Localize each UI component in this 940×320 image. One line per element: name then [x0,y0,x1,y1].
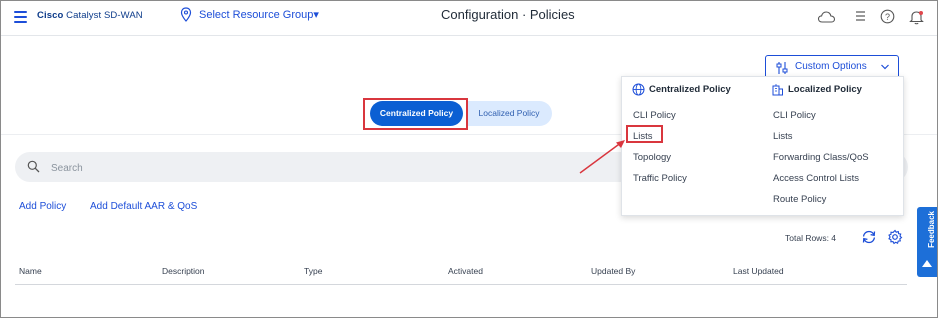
total-rows-count: Total Rows: 4 [785,233,837,243]
column-header-description[interactable]: Description [162,266,205,276]
centralized-heading-label: Centralized Policy [649,84,731,95]
search-icon [27,160,40,173]
menu-item-localized-route-policy[interactable]: Route Policy [773,194,826,205]
custom-options-dropdown: Centralized Policy Localized Policy CLI … [621,76,904,216]
feedback-arrow-icon [922,260,932,267]
annotation-arrow-icon [579,140,625,174]
resource-group-dropdown[interactable]: Select Resource Group▾ [199,8,319,21]
menu-item-localized-forwarding-class-qos[interactable]: Forwarding Class/QoS [773,152,869,163]
globe-icon [632,83,645,96]
column-header-updated-by[interactable]: Updated By [591,266,635,276]
add-default-aar-qos-link[interactable]: Add Default AAR & QoS [90,201,197,212]
hamburger-menu-icon[interactable] [14,11,27,23]
column-header-name[interactable]: Name [19,266,42,276]
feedback-tab[interactable]: Feedback [917,207,937,277]
brand-name: Cisco [37,10,64,21]
lists-highlight-box [626,125,663,143]
cloud-icon[interactable] [817,9,837,25]
menu-item-localized-cli-policy[interactable]: CLI Policy [773,110,816,121]
table-header-divider [15,284,907,285]
centralized-tab-highlight-box [363,98,468,130]
feedback-label: Feedback [927,211,936,248]
bell-icon[interactable] [909,9,924,25]
svg-text:?: ? [885,12,890,22]
refresh-icon[interactable] [861,229,877,245]
chevron-down-icon [881,64,889,70]
localized-heading-label: Localized Policy [788,84,862,95]
brand-product: Catalyst SD-WAN [66,10,143,21]
menu-item-centralized-traffic-policy[interactable]: Traffic Policy [633,173,687,184]
add-policy-link[interactable]: Add Policy [19,201,66,212]
page-title: Configuration · Policies [441,7,575,22]
menu-item-localized-lists[interactable]: Lists [773,131,793,142]
column-header-activated[interactable]: Activated [448,266,483,276]
menu-item-centralized-cli-policy[interactable]: CLI Policy [633,110,676,121]
search-input[interactable] [49,158,613,178]
brand-title: Cisco Catalyst SD-WAN [37,10,143,21]
column-header-last-updated[interactable]: Last Updated [733,266,784,276]
column-header-type[interactable]: Type [304,266,322,276]
custom-options-label: Custom Options [795,61,867,72]
menu-item-localized-access-control-lists[interactable]: Access Control Lists [773,173,859,184]
gear-settings-icon[interactable] [887,229,903,245]
location-pin-icon [180,7,192,22]
help-icon[interactable]: ? [880,9,895,24]
list-icon[interactable] [853,9,867,23]
menu-item-centralized-topology[interactable]: Topology [633,152,671,163]
building-icon [772,84,783,96]
top-header: Cisco Catalyst SD-WAN Select Resource Gr… [1,1,937,36]
sliders-icon [776,62,788,74]
tab-localized-policy[interactable]: Localized Policy [466,101,552,126]
